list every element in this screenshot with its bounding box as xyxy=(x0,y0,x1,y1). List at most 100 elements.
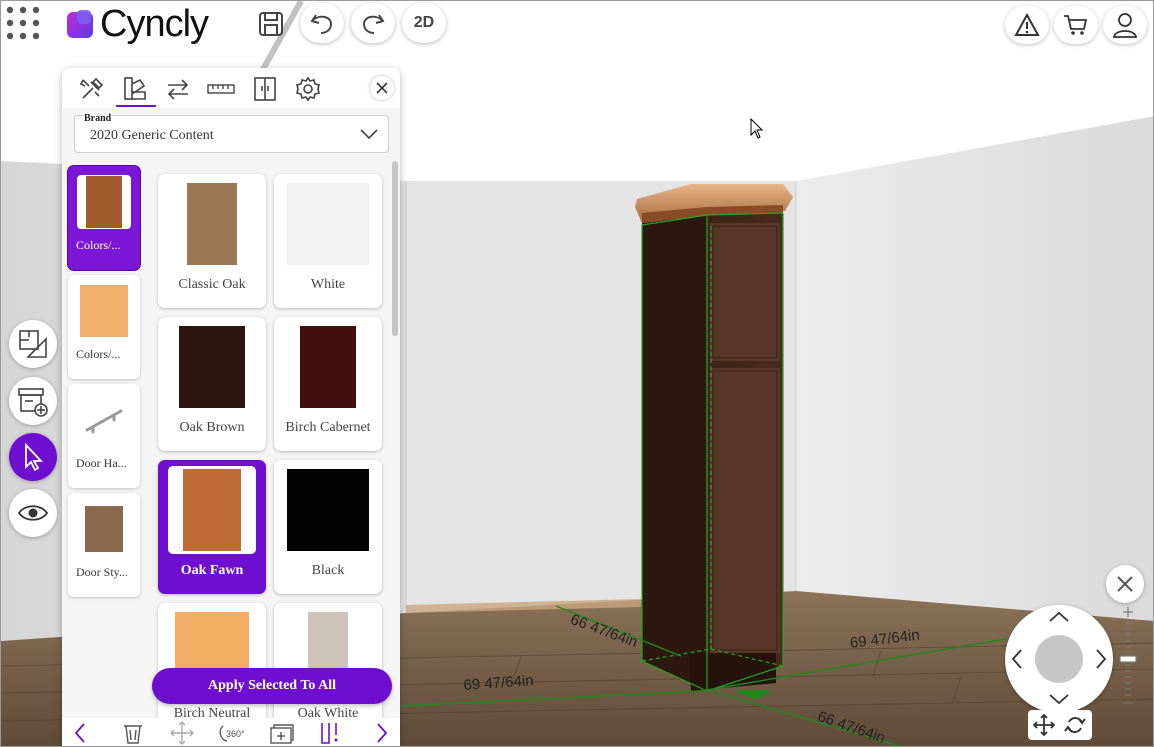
close-icon xyxy=(1117,576,1133,592)
brand-select[interactable]: Brand 2020 Generic Content xyxy=(74,112,389,153)
category-thumbnail xyxy=(77,393,131,447)
panel-bottom-toolbar: 360° xyxy=(62,718,400,746)
svg-text:360°: 360° xyxy=(226,729,245,739)
cabinet-add-icon xyxy=(18,388,48,417)
material-color xyxy=(179,326,245,408)
material-thumbnail xyxy=(168,323,256,411)
pan-mode-icon[interactable] xyxy=(1033,714,1055,736)
material-thumbnail xyxy=(168,466,256,554)
move-button[interactable] xyxy=(168,720,196,746)
handle-icon xyxy=(85,409,123,434)
view-2d-button[interactable]: 2D xyxy=(402,3,446,43)
tab-doors[interactable] xyxy=(250,74,280,104)
cart-icon xyxy=(1064,15,1088,35)
material-color xyxy=(187,183,237,265)
apps-grid-icon[interactable] xyxy=(6,6,44,46)
prev-button[interactable] xyxy=(70,720,90,746)
door-icon xyxy=(254,77,276,101)
redo-icon xyxy=(362,14,385,34)
material-label: Oak Fawn xyxy=(180,563,244,578)
material-swatch[interactable]: Birch Cabernet xyxy=(274,317,382,451)
save-icon xyxy=(259,12,283,36)
material-color xyxy=(183,469,241,551)
logo-text: Cyncly xyxy=(100,3,209,45)
swatch-preview xyxy=(80,285,128,337)
duplicate-button[interactable] xyxy=(268,720,296,746)
nav-mode-toggle xyxy=(1028,710,1092,740)
tools-icon xyxy=(79,77,104,99)
category-door-styles[interactable]: Door Sty... xyxy=(68,493,140,597)
panel-tabs xyxy=(62,68,400,108)
zoom-slider[interactable] xyxy=(1119,605,1137,707)
category-thumbnail xyxy=(77,175,131,229)
category-colors-1[interactable]: Colors/... xyxy=(68,166,140,270)
close-icon xyxy=(376,82,388,94)
properties-warning-button[interactable] xyxy=(318,720,344,746)
view-2d-label: 2D xyxy=(413,14,435,31)
rotate-360-button[interactable]: 360° xyxy=(216,720,246,746)
orbit-mode-icon[interactable] xyxy=(1064,714,1086,736)
material-swatch[interactable]: White xyxy=(274,174,382,308)
material-color xyxy=(300,326,356,408)
move-arrows-icon xyxy=(170,721,194,745)
chevron-right-icon xyxy=(377,723,388,743)
tall-cabinet[interactable] xyxy=(635,184,793,692)
category-door-handles[interactable]: Door Ha... xyxy=(68,384,140,488)
floor-plan-icon xyxy=(19,330,47,358)
tab-swap[interactable] xyxy=(163,74,193,104)
tab-settings[interactable] xyxy=(293,74,323,104)
user-account-button[interactable] xyxy=(1103,6,1147,44)
ruler-icon xyxy=(207,84,235,94)
category-colors-2[interactable]: Colors/... xyxy=(68,275,140,379)
redo-button[interactable] xyxy=(351,3,395,43)
material-label: Black xyxy=(311,563,345,578)
material-thumbnail xyxy=(284,180,372,268)
material-swatch[interactable]: Black xyxy=(274,460,382,594)
next-button[interactable] xyxy=(372,720,392,746)
apply-selected-to-all-button[interactable]: Apply Selected To All xyxy=(152,668,392,704)
user-icon xyxy=(1113,13,1137,38)
material-panel: Brand 2020 Generic Content Colors/... Co… xyxy=(62,68,400,746)
tab-tools[interactable] xyxy=(77,74,107,104)
tab-measure[interactable] xyxy=(206,74,236,104)
category-thumbnail xyxy=(77,284,131,338)
duplicate-icon xyxy=(270,724,294,744)
material-label: Classic Oak xyxy=(178,277,246,292)
category-label: Door Ha... xyxy=(76,456,127,470)
mouse-cursor-icon xyxy=(750,118,764,139)
close-selection-button[interactable] xyxy=(1106,565,1144,603)
pan-left-icon[interactable] xyxy=(1011,648,1023,670)
category-thumbnail xyxy=(77,502,131,556)
swap-arrows-icon xyxy=(167,79,189,100)
close-panel-button[interactable] xyxy=(370,76,394,100)
trash-icon xyxy=(124,725,142,744)
zoom-handle[interactable] xyxy=(1119,655,1137,663)
orbit-joystick[interactable] xyxy=(1035,635,1083,683)
chevron-left-icon xyxy=(74,723,85,743)
floor-plan-button[interactable] xyxy=(9,320,57,368)
material-swatch[interactable]: Classic Oak xyxy=(158,174,266,308)
navigation-control[interactable] xyxy=(1005,605,1113,713)
rotate-360-icon: 360° xyxy=(219,725,245,742)
select-tool-button[interactable] xyxy=(9,433,57,481)
visibility-button[interactable] xyxy=(9,489,57,537)
category-label: Door Sty... xyxy=(76,565,128,579)
material-swatch-selected[interactable]: Oak Fawn xyxy=(158,460,266,594)
cart-button[interactable] xyxy=(1054,6,1098,44)
tab-materials[interactable] xyxy=(120,74,150,104)
undo-button[interactable] xyxy=(300,3,344,43)
material-color xyxy=(287,183,369,265)
delete-button[interactable] xyxy=(120,720,146,746)
item-alert-icon xyxy=(321,723,338,744)
material-label: Birch Cabernet xyxy=(285,420,371,435)
app-window: 66 47/64in 69 47/64in 69 47/64in 66 47/6… xyxy=(0,0,1154,747)
add-catalog-item-button[interactable] xyxy=(9,377,57,425)
save-button[interactable] xyxy=(249,2,293,46)
pan-down-icon[interactable] xyxy=(1048,693,1070,705)
pan-up-icon[interactable] xyxy=(1048,611,1070,623)
warnings-button[interactable] xyxy=(1005,6,1049,44)
scrollbar-thumb[interactable] xyxy=(392,161,398,336)
category-label: Colors/... xyxy=(76,347,121,361)
pan-right-icon[interactable] xyxy=(1095,648,1107,670)
material-swatch[interactable]: Oak Brown xyxy=(158,317,266,451)
